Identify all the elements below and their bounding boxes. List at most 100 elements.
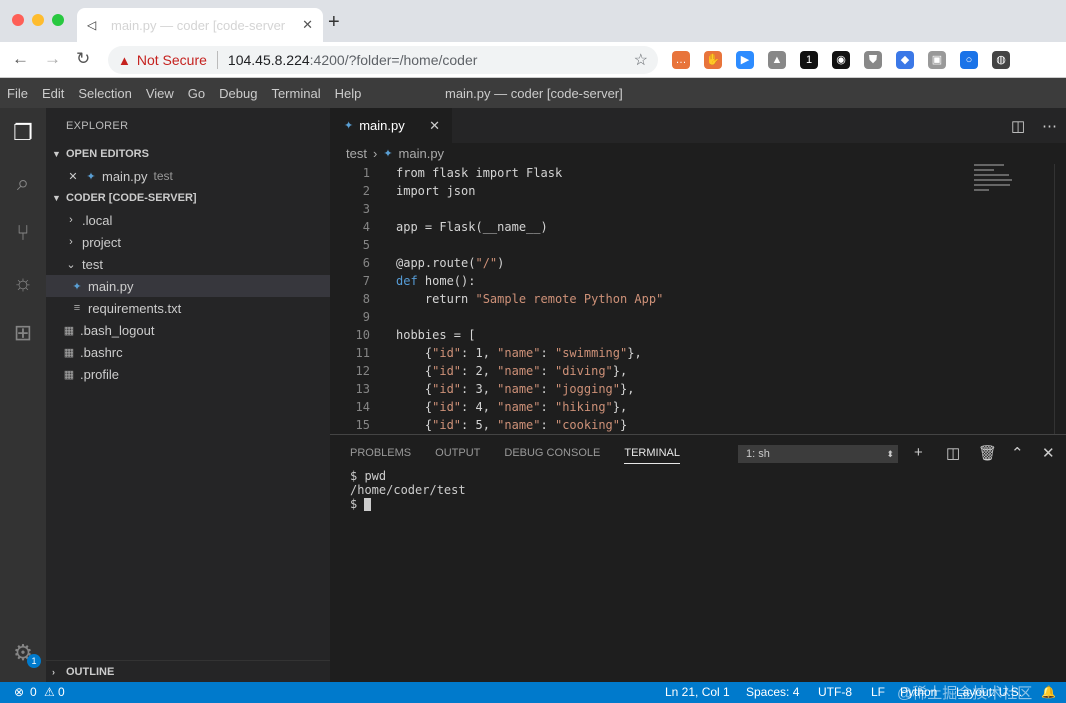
- tree-item-local[interactable]: › .local: [46, 209, 330, 231]
- tree-item-bashrc[interactable]: ▦ .bashrc: [46, 341, 330, 363]
- explorer-title: EXPLORER: [66, 120, 129, 132]
- chevron-right-icon: ›: [69, 214, 73, 226]
- menu-view[interactable]: View: [139, 86, 181, 101]
- ext-gray-icon[interactable]: ▣: [928, 51, 946, 69]
- split-editor-icon[interactable]: ◫: [1011, 117, 1025, 135]
- line-number: 1: [362, 166, 370, 180]
- close-editor-icon[interactable]: ✕: [66, 170, 80, 183]
- indentation[interactable]: Spaces: 4: [746, 685, 799, 699]
- tree-item-bash-logout[interactable]: ▦ .bash_logout: [46, 319, 330, 341]
- breadcrumb-dir[interactable]: test: [346, 146, 367, 161]
- terminal-select[interactable]: 1: sh ⬍: [738, 445, 898, 463]
- new-tab-icon[interactable]: +: [328, 12, 340, 32]
- menu-go[interactable]: Go: [181, 86, 212, 101]
- tab-problems[interactable]: PROBLEMS: [350, 447, 411, 464]
- code-line: 3: [330, 200, 970, 218]
- code-token: flask: [432, 166, 469, 180]
- error-count[interactable]: 0: [30, 685, 37, 699]
- terminal-output[interactable]: $ pwd/home/coder/test $: [350, 469, 466, 511]
- close-panel-icon[interactable]: ✕: [1042, 444, 1055, 462]
- warning-count[interactable]: 0: [58, 685, 65, 699]
- code-token: "jogging": [554, 382, 620, 396]
- error-icon[interactable]: ⊗: [14, 685, 24, 699]
- line-number: 6: [362, 256, 370, 270]
- ext-circle-icon[interactable]: ◉: [832, 51, 850, 69]
- minimap[interactable]: [974, 164, 1024, 224]
- line-ending[interactable]: LF: [871, 685, 885, 699]
- tree-item-requirements[interactable]: ≡ requirements.txt: [46, 297, 330, 319]
- tree-item-main-py[interactable]: ✦ main.py: [46, 275, 330, 297]
- outline-header[interactable]: › OUTLINE: [46, 660, 330, 682]
- add-terminal-icon[interactable]: +: [914, 444, 923, 461]
- source-control-icon[interactable]: ⑂: [10, 220, 36, 246]
- maximize-panel-icon[interactable]: ⌃: [1011, 444, 1024, 462]
- editor-scrollbar[interactable]: [1054, 164, 1066, 434]
- tree-item-test[interactable]: ⌄ test: [46, 253, 330, 275]
- reload-icon[interactable]: ↻: [76, 49, 90, 69]
- split-terminal-icon[interactable]: ◫: [946, 444, 960, 462]
- ext-zoom-icon[interactable]: ▶: [736, 51, 754, 69]
- ext-orange-icon[interactable]: …: [672, 51, 690, 69]
- code-line: 6 @app.route("/"): [330, 254, 970, 272]
- tab-debug-console[interactable]: DEBUG CONSOLE: [504, 447, 600, 464]
- chevron-updown-icon: ⬍: [886, 449, 894, 459]
- tab-terminal[interactable]: TERMINAL: [624, 447, 680, 464]
- menu-edit[interactable]: Edit: [35, 86, 71, 101]
- line-number: 14: [355, 400, 370, 414]
- ext-drive-icon[interactable]: ▲: [768, 51, 786, 69]
- address-bar[interactable]: ▲ Not Secure 104.45.8.224 :4200/?folder=…: [108, 46, 658, 74]
- ext-shield-icon[interactable]: ⛊: [864, 51, 882, 69]
- extensions-icon[interactable]: ⊞: [10, 320, 36, 346]
- code-editor[interactable]: 1 from flask import Flask 2 import json 3 4 ap…: [330, 164, 970, 434]
- menu-terminal[interactable]: Terminal: [264, 86, 327, 101]
- browser-tab[interactable]: ◁ main.py — coder [code-server ✕: [77, 8, 323, 42]
- close-tab-icon[interactable]: ✕: [302, 17, 313, 33]
- terminal-cursor: [364, 498, 372, 511]
- explorer-sidebar: EXPLORER ▼ OPEN EDITORS ✕ ✦ main.py test…: [46, 108, 330, 682]
- menu-help[interactable]: Help: [328, 86, 369, 101]
- code-token: def: [396, 274, 418, 288]
- close-tab-icon[interactable]: ✕: [429, 118, 440, 134]
- menu-debug[interactable]: Debug: [212, 86, 264, 101]
- minimap-line: [974, 184, 1010, 186]
- code-token: {: [396, 382, 433, 396]
- cursor-position[interactable]: Ln 21, Col 1: [665, 685, 730, 699]
- explorer-icon[interactable]: ❐: [10, 120, 36, 146]
- breadcrumb-file[interactable]: main.py: [399, 146, 445, 161]
- ext-avatar-icon[interactable]: ◍: [992, 51, 1010, 69]
- trash-icon[interactable]: 🗑: [978, 444, 997, 462]
- menu-file[interactable]: File: [0, 86, 35, 101]
- more-actions-icon[interactable]: ⋯: [1042, 117, 1057, 135]
- browser-tabstrip: ◁ main.py — coder [code-server ✕ +: [0, 0, 1066, 42]
- encoding[interactable]: UTF-8: [818, 685, 852, 699]
- debug-icon[interactable]: ☼: [10, 270, 36, 296]
- warning-icon[interactable]: ⚠: [44, 685, 55, 699]
- ext-orange-hand-icon[interactable]: ✋: [704, 51, 722, 69]
- tree-item-profile[interactable]: ▦ .profile: [46, 363, 330, 385]
- bookmark-star-icon[interactable]: ☆: [634, 50, 648, 70]
- ext-blue-icon[interactable]: ◆: [896, 51, 914, 69]
- open-editor-item[interactable]: ✕ ✦ main.py test: [46, 165, 330, 187]
- editor-tab-main-py[interactable]: ✦ main.py ✕: [330, 108, 452, 143]
- workspace-header[interactable]: ▼ CODER [CODE-SERVER]: [46, 187, 330, 209]
- code-token: "name": [497, 382, 541, 396]
- menu-selection[interactable]: Selection: [71, 86, 138, 101]
- tree-item-project[interactable]: › project: [46, 231, 330, 253]
- search-icon[interactable]: ⌕: [10, 170, 36, 196]
- code-token: "/": [475, 256, 498, 270]
- back-icon[interactable]: ←: [12, 49, 29, 69]
- forward-icon[interactable]: →: [44, 49, 61, 69]
- maximize-window-dot[interactable]: [52, 14, 64, 26]
- close-window-dot[interactable]: [12, 14, 24, 26]
- code-token: : 3,: [461, 382, 498, 396]
- code-line: 7 def home():: [330, 272, 970, 290]
- window-controls: [12, 14, 64, 26]
- bell-icon[interactable]: 🔔: [1041, 685, 1056, 699]
- ext-one-icon[interactable]: 1: [800, 51, 818, 69]
- code-token: "id": [432, 418, 462, 432]
- minimize-window-dot[interactable]: [32, 14, 44, 26]
- code-line: 15 {"id": 5, "name": "cooking"}: [330, 416, 970, 434]
- tab-output[interactable]: OUTPUT: [435, 447, 480, 464]
- ext-ring-icon[interactable]: ○: [960, 51, 978, 69]
- open-editors-header[interactable]: ▼ OPEN EDITORS: [46, 143, 330, 165]
